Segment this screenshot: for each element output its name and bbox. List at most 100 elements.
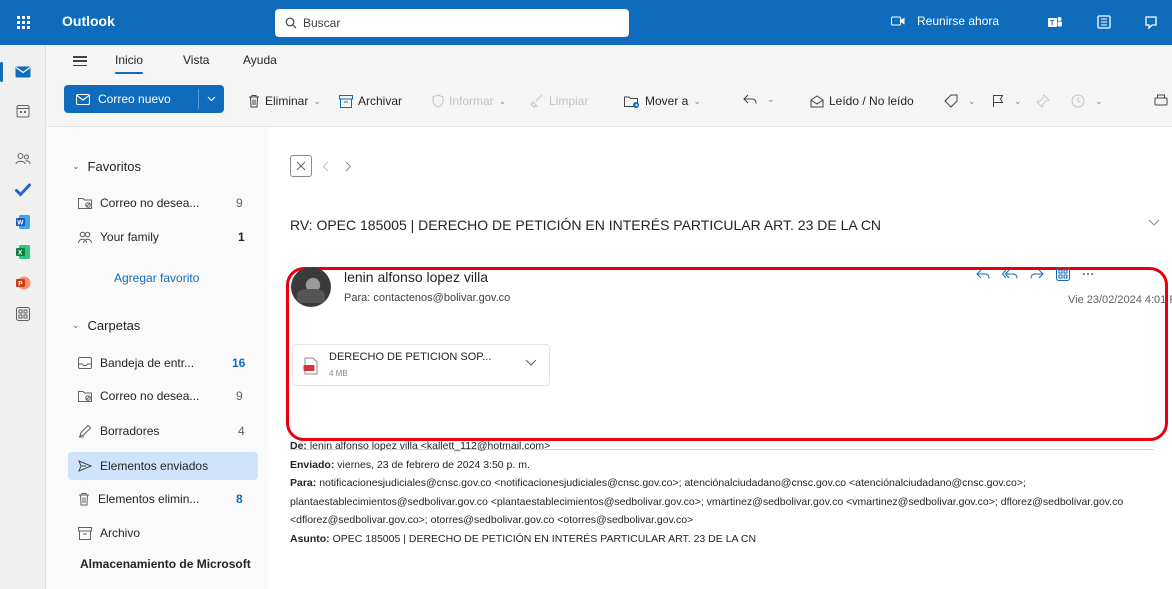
- app-name[interactable]: Outlook: [62, 13, 115, 29]
- shield-icon: [432, 94, 444, 108]
- pdf-file-icon: [303, 357, 318, 375]
- favorites-item-label: Your family: [100, 230, 159, 244]
- sweep-button[interactable]: Limpiar: [530, 94, 588, 108]
- powerpoint-app-icon[interactable]: P: [0, 266, 46, 300]
- tab-vista[interactable]: Vista: [183, 53, 209, 67]
- people-app-icon[interactable]: [0, 142, 46, 176]
- pin-icon: [1036, 94, 1050, 108]
- chevron-down-icon[interactable]: [207, 96, 216, 102]
- folder-item-label: Bandeja de entr...: [100, 356, 195, 370]
- message-actions: [976, 267, 1106, 281]
- folder-item-archive[interactable]: Archivo: [68, 519, 258, 547]
- chevron-down-icon[interactable]: [525, 359, 537, 366]
- search-placeholder: Buscar: [303, 16, 341, 30]
- folder-junk-icon: [78, 391, 92, 402]
- search-input[interactable]: Buscar: [275, 9, 629, 37]
- menu-icon[interactable]: [73, 56, 87, 66]
- mail-app-icon[interactable]: [0, 55, 46, 89]
- sent-label: Enviado:: [290, 458, 335, 471]
- pin-button[interactable]: [1036, 94, 1055, 108]
- from-label: De:: [290, 440, 307, 452]
- folder-pane: ⌄ Favoritos Correo no desea... 9 Your fa…: [46, 127, 291, 589]
- message-date: Vie 23/02/2024 4:01 PM: [1068, 294, 1172, 306]
- meet-now-button[interactable]: Reunirse ahora: [891, 14, 999, 28]
- apps-grid-icon[interactable]: [1056, 267, 1070, 281]
- folder-item-inbox[interactable]: Bandeja de entr... 16: [68, 349, 258, 377]
- print-icon: [1154, 94, 1168, 106]
- read-unread-button[interactable]: Leído / No leído: [810, 94, 914, 108]
- reply-button[interactable]: ⌄: [743, 94, 775, 105]
- calendar-app-icon[interactable]: [0, 94, 46, 128]
- svg-text:P: P: [18, 281, 23, 288]
- folders-label: Carpetas: [87, 318, 141, 333]
- tab-inicio[interactable]: Inicio: [115, 53, 144, 74]
- reply-all-icon[interactable]: [1002, 269, 1018, 280]
- people-icon: [78, 231, 92, 243]
- recipient-line: Para: contactenos@bolivar.gov.co: [344, 292, 511, 304]
- move-to-label: Mover a: [645, 94, 689, 108]
- favorites-item-junk[interactable]: Correo no desea... 9: [68, 189, 258, 217]
- archive-label: Archivar: [358, 94, 403, 108]
- to-label: Para:: [290, 477, 317, 489]
- add-favorite-link[interactable]: Agregar favorito: [114, 271, 199, 285]
- reply-icon[interactable]: [976, 269, 990, 280]
- folder-item-label: Borradores: [100, 424, 160, 438]
- forward-icon[interactable]: [1030, 269, 1044, 280]
- folder-item-sent[interactable]: Elementos enviados: [68, 452, 258, 480]
- ribbon-toolbar: Correo nuevo Eliminar ⌄ Archivar Informar…: [46, 77, 1172, 127]
- folder-item-drafts[interactable]: Borradores 4: [68, 417, 258, 445]
- close-message-button[interactable]: [290, 155, 312, 177]
- delete-label: Eliminar: [265, 94, 309, 108]
- chevron-down-icon: ⌄: [72, 161, 80, 171]
- clock-icon: [1071, 94, 1085, 108]
- favorites-item-label: Correo no desea...: [100, 196, 200, 210]
- report-label: Informar: [449, 94, 494, 108]
- archive-icon: [339, 94, 353, 108]
- read-unread-label: Leído / No leído: [829, 94, 914, 108]
- avatar[interactable]: [291, 267, 331, 307]
- tag-icon: [944, 94, 958, 108]
- chevron-right-icon[interactable]: [345, 161, 352, 172]
- folder-junk-icon: [78, 198, 92, 209]
- report-button[interactable]: Informar ⌄: [432, 94, 506, 108]
- attachment-card[interactable]: DERECHO DE PETICION SOP... 4 MB: [292, 344, 550, 386]
- chevron-left-icon[interactable]: [322, 161, 329, 172]
- move-to-button[interactable]: Mover a ⌄: [624, 94, 701, 108]
- archive-button[interactable]: Archivar: [339, 94, 402, 108]
- word-app-icon[interactable]: W: [0, 205, 46, 239]
- app-launcher-icon[interactable]: [0, 0, 46, 45]
- folders-header[interactable]: ⌄ Carpetas: [72, 318, 140, 333]
- delete-button[interactable]: Eliminar ⌄: [248, 94, 321, 108]
- new-mail-label: Correo nuevo: [98, 92, 171, 106]
- todo-app-icon[interactable]: [0, 173, 46, 207]
- send-icon: [78, 460, 92, 472]
- sender-name[interactable]: lenin alfonso lopez villa: [344, 269, 488, 285]
- excel-app-icon[interactable]: X: [0, 235, 46, 269]
- onenote-icon[interactable]: [1095, 13, 1113, 31]
- folder-item-label: Archivo: [100, 526, 141, 540]
- flag-button[interactable]: ⌄: [992, 94, 1022, 108]
- favorites-label: Favoritos: [87, 159, 142, 174]
- folder-item-label: Correo no desea...: [100, 389, 200, 403]
- feedback-icon[interactable]: [1142, 13, 1160, 31]
- meet-now-label: Reunirse ahora: [917, 14, 1000, 28]
- favorites-header[interactable]: ⌄ Favoritos: [72, 159, 141, 174]
- search-icon: [285, 17, 297, 29]
- new-mail-button[interactable]: Correo nuevo: [64, 85, 224, 113]
- favorites-item-family[interactable]: Your family 1: [68, 223, 258, 251]
- categorize-button[interactable]: ⌄: [944, 94, 976, 108]
- teams-icon[interactable]: T: [1046, 13, 1064, 31]
- print-button[interactable]: [1154, 94, 1172, 108]
- app-rail: W X P: [0, 45, 46, 589]
- svg-text:W: W: [17, 220, 24, 227]
- folder-item-deleted[interactable]: Elementos elimin... 8: [68, 485, 258, 513]
- more-options-icon[interactable]: [1082, 272, 1094, 276]
- mail-icon: [76, 93, 90, 105]
- more-apps-icon[interactable]: [0, 297, 46, 331]
- folder-item-junk[interactable]: Correo no desea... 9: [68, 382, 258, 410]
- chevron-down-icon[interactable]: [1148, 219, 1160, 226]
- snooze-button[interactable]: ⌄: [1071, 94, 1103, 108]
- forwarded-sent: viernes, 23 de febrero de 2024 3:50 p. m…: [337, 458, 530, 471]
- sweep-label: Limpiar: [549, 94, 589, 108]
- tab-ayuda[interactable]: Ayuda: [243, 53, 277, 67]
